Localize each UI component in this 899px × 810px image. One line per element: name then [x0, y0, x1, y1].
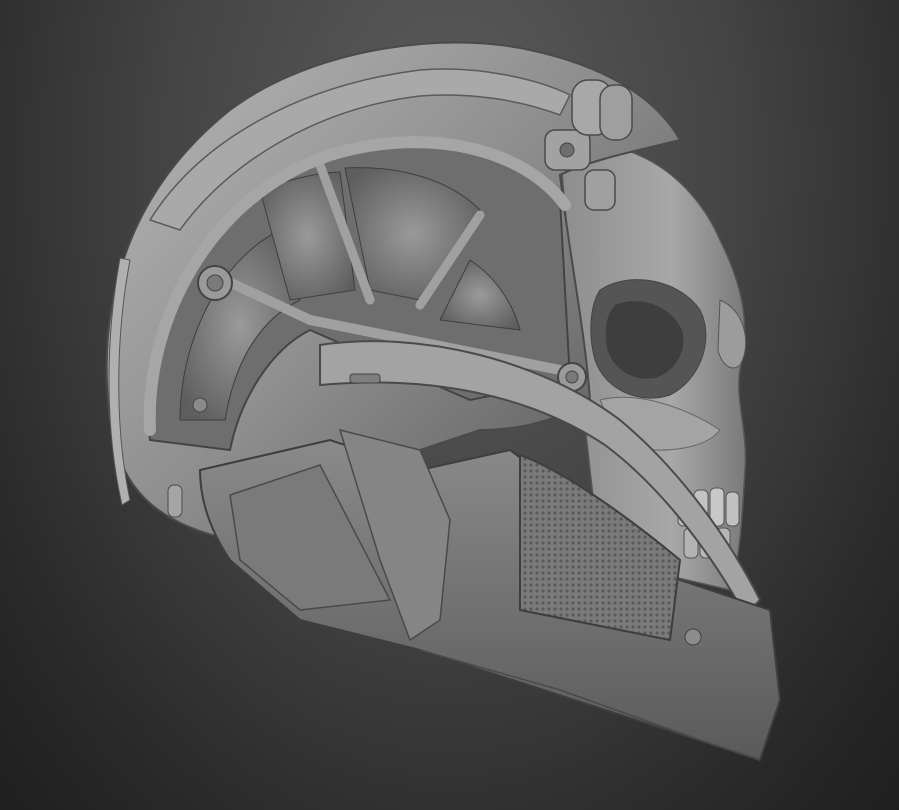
jaw-rivet [684, 628, 702, 646]
3d-viewport[interactable] [0, 0, 899, 810]
small-rivet [192, 397, 208, 413]
bolt-left [197, 265, 233, 301]
rear-tab [167, 484, 183, 518]
sculpt-render [105, 41, 782, 762]
